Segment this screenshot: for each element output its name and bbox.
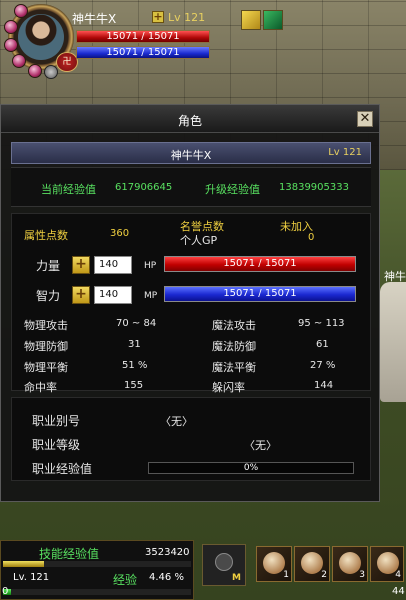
panel-mp-bar: 15071 / 15071 — [164, 286, 356, 302]
panel-hp-text: 15071 / 15071 — [223, 258, 297, 269]
attribute-points-value: 360 — [110, 228, 130, 239]
strength-plus-button[interactable]: + — [72, 256, 90, 274]
player-name: 神牛牛X — [72, 12, 117, 26]
upgrade-exp-label: 升级经验值 — [205, 183, 260, 196]
header-level: Lv 121 — [328, 147, 362, 158]
mag-def-label: 魔法防御 — [212, 340, 256, 353]
bomb-icon — [215, 553, 233, 571]
slot-number: 2 — [321, 570, 327, 580]
strength-label: 力量 — [36, 259, 61, 273]
skill-exp-fill — [3, 561, 45, 567]
mag-bal-value: 27 % — [310, 360, 336, 371]
mag-atk-value: 95 ~ 113 — [298, 318, 345, 329]
hud-exp-bar — [3, 589, 191, 595]
scroll-icon[interactable] — [241, 10, 261, 30]
intelligence-plus-button[interactable]: + — [72, 286, 90, 304]
panel-hp-bar: 15071 / 15071 — [164, 256, 356, 272]
slot-number: 1 — [283, 570, 289, 580]
skill-exp-label: 技能经验值 — [39, 547, 100, 561]
hp-bar: 15071 / 15071 — [76, 30, 210, 43]
skill-slot-1[interactable]: 1 — [256, 546, 292, 582]
skill-slot-3[interactable]: 3 — [332, 546, 368, 582]
job-alias-value: 〈无〉 — [160, 415, 193, 428]
mag-def-value: 61 — [316, 339, 329, 350]
mp-code-label: MP — [144, 291, 158, 301]
bottom-hud: 技能经验值 3523420 Lv. 121 经验 4.46 % M 1 2 3 … — [0, 540, 406, 600]
mp-bar: 15071 / 15071 — [76, 46, 210, 59]
current-exp-label: 当前经验值 — [41, 183, 96, 196]
attribute-points-label: 属性点数 — [24, 229, 68, 242]
phys-bal-label: 物理平衡 — [24, 361, 68, 374]
npc-name: 神牛 — [384, 270, 406, 283]
player-level: Lv 121 — [168, 11, 206, 24]
status-orb-5[interactable] — [28, 64, 42, 78]
dodge-rate-label: 躲闪率 — [212, 381, 245, 394]
player-portrait[interactable] — [18, 14, 64, 60]
mag-atk-label: 魔法攻击 — [212, 319, 256, 332]
panel-titlebar[interactable]: 角色 ✕ — [1, 105, 379, 133]
status-orb-4[interactable] — [12, 54, 26, 68]
fist-skill-icon — [263, 552, 285, 574]
job-exp-label: 职业经验值 — [32, 462, 93, 476]
status-orb-3[interactable] — [4, 38, 18, 52]
experience-section: 当前经验值 617906645 升级经验值 13839905333 — [11, 167, 371, 207]
skill-slot-2[interactable]: 2 — [294, 546, 330, 582]
hud-level: Lv. 121 — [13, 572, 50, 583]
pot-skill-icon — [339, 552, 361, 574]
slot-number: 3 — [359, 570, 365, 580]
current-exp-value: 617906645 — [115, 182, 173, 193]
phys-atk-label: 物理攻击 — [24, 319, 68, 332]
menu-hotkey: M — [232, 573, 241, 583]
job-section: 职业别号 〈无〉 职业等级 〈无〉 职业经验值 0% — [11, 397, 371, 481]
stats-section: 属性点数 360 名誉点数 个人GP 未加入 0 力量 + 140 HP 150… — [11, 213, 371, 394]
hud-exp-panel: 技能经验值 3523420 Lv. 121 经验 4.46 % — [0, 540, 194, 600]
job-level-label: 职业等级 — [32, 438, 81, 452]
personal-gp-value: 0 — [308, 232, 315, 243]
job-exp-text: 0% — [243, 463, 259, 473]
mag-bal-label: 魔法平衡 — [212, 361, 256, 374]
pk-badge-icon[interactable]: 卍 — [56, 52, 78, 72]
menu-button[interactable]: M — [202, 544, 246, 586]
mp-text: 15071 / 15071 — [106, 47, 180, 58]
npc-figure[interactable] — [380, 282, 406, 402]
header-name: 神牛牛X — [170, 149, 212, 162]
intelligence-label: 智力 — [36, 289, 61, 303]
job-alias-label: 职业别号 — [32, 414, 81, 428]
slot-number: 4 — [395, 570, 401, 580]
panel-title: 角色 — [177, 114, 202, 128]
skill-exp-bar — [3, 561, 191, 567]
phys-def-label: 物理防御 — [24, 340, 68, 353]
panel-mp-text: 15071 / 15071 — [223, 288, 297, 299]
character-panel: 角色 ✕ 神牛牛X Lv 121 当前经验值 617906645 升级经验值 1… — [0, 104, 380, 502]
strength-value: 140 — [94, 256, 132, 274]
phys-def-value: 31 — [128, 339, 141, 350]
player-frame: 卍 神牛牛X + Lv 121 15071 / 15071 15071 / 15… — [0, 0, 215, 80]
status-orb-1[interactable] — [14, 4, 28, 18]
job-level-value: 〈无〉 — [244, 439, 277, 452]
skill-exp-value: 3523420 — [145, 547, 190, 558]
hp-code-label: HP — [144, 261, 157, 271]
close-button[interactable]: ✕ — [357, 111, 373, 127]
hud-corner-number: 44 — [392, 586, 405, 597]
hit-rate-label: 命中率 — [24, 381, 57, 394]
dodge-rate-value: 144 — [314, 380, 334, 391]
hit-rate-value: 155 — [124, 380, 144, 391]
upgrade-exp-value: 13839905333 — [279, 182, 349, 193]
hud-exp-label: 经验 — [113, 573, 138, 587]
lock-icon[interactable] — [44, 65, 58, 79]
job-exp-bar: 0% — [148, 462, 354, 474]
hud-exp-percent: 4.46 % — [149, 572, 184, 583]
status-orb-2[interactable] — [4, 20, 18, 34]
skill-slot-4[interactable]: 4 — [370, 546, 404, 582]
phys-atk-value: 70 ~ 84 — [116, 318, 157, 329]
level-plus-icon[interactable]: + — [152, 11, 164, 23]
sword-icon[interactable] — [263, 10, 283, 30]
intelligence-value: 140 — [94, 286, 132, 304]
personal-gp-label: 个人GP — [180, 234, 218, 247]
phys-bal-value: 51 % — [122, 360, 148, 371]
hud-zero-counter: 0 — [2, 586, 9, 597]
hp-text: 15071 / 15071 — [106, 31, 180, 42]
punch-skill-icon — [301, 552, 323, 574]
character-name-header: 神牛牛X Lv 121 — [11, 142, 371, 164]
